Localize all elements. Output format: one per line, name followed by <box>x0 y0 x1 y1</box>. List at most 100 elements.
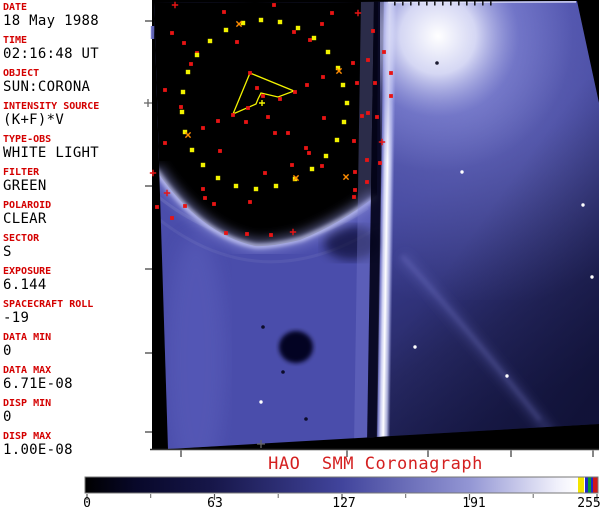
red-fiducial-dot <box>263 171 267 175</box>
red-fiducial-dot <box>224 231 228 235</box>
dust-speck <box>281 370 285 374</box>
red-fiducial-dot <box>351 61 355 65</box>
field-value: 18 May 1988 <box>3 13 100 29</box>
red-fiducial-dot <box>245 232 249 236</box>
red-fiducial-dot <box>373 81 377 85</box>
red-fiducial-dot <box>320 164 324 168</box>
field-value: 02:16:48 UT <box>3 46 100 62</box>
red-fiducial-dot <box>290 163 294 167</box>
red-fiducial-dot <box>189 62 193 66</box>
yellow-fiducial-dot <box>179 109 185 115</box>
red-fiducial-dot <box>248 71 252 75</box>
colorbar-reserved-stripe <box>593 477 598 493</box>
red-fiducial-dot <box>235 40 239 44</box>
red-fiducial-dot <box>231 113 235 117</box>
red-fiducial-dot <box>304 146 308 150</box>
colorbar-tick-label: 0 <box>83 496 91 511</box>
metadata-field: DATA MAX 6.71E-08 <box>3 365 151 398</box>
red-fiducial-dot <box>269 233 273 237</box>
colorbar-tick-label: 191 <box>462 496 486 511</box>
red-fiducial-dot <box>360 114 364 118</box>
field-value: WHITE LIGHT <box>3 145 100 161</box>
red-fiducial-dot <box>163 141 167 145</box>
metadata-field: INTENSITY SOURCE (K+F)*V <box>3 101 151 134</box>
field-value: 0 <box>3 343 12 359</box>
yellow-fiducial-dot <box>253 186 259 192</box>
yellow-fiducial-dot <box>194 52 200 58</box>
field-label: SECTOR <box>3 233 40 244</box>
red-fiducial-dot <box>375 115 379 119</box>
red-fiducial-dot <box>371 29 375 33</box>
red-fiducial-dot <box>218 149 222 153</box>
field-value: (K+F)*V <box>3 112 65 128</box>
yellow-fiducial-dot <box>344 100 350 106</box>
red-fiducial-dot <box>352 139 356 143</box>
yellow-fiducial-dot <box>309 166 315 172</box>
metadata-field: DATE 18 May 1988 <box>3 2 151 35</box>
metadata-sidebar: DATE 18 May 1988 TIME 02:16:48 UT OBJECT SUN:… <box>0 0 152 458</box>
red-fiducial-dot <box>244 120 248 124</box>
yellow-fiducial-dot <box>323 153 329 159</box>
field-value: 6.71E-08 <box>3 376 73 392</box>
colorbar-tick-label: 127 <box>332 496 356 511</box>
yellow-fiducial-dot <box>325 49 331 55</box>
red-fiducial-dot <box>389 94 393 98</box>
red-fiducial-dot <box>255 86 259 90</box>
red-fiducial-dot <box>272 3 276 7</box>
red-fiducial-dot <box>201 126 205 130</box>
star-speck <box>460 170 464 174</box>
yellow-fiducial-dot <box>180 89 186 95</box>
yellow-fiducial-dot <box>200 162 206 168</box>
metadata-field: SECTOR S <box>3 233 151 266</box>
red-fiducial-dot <box>305 83 309 87</box>
red-fiducial-dot <box>182 41 186 45</box>
field-value: CLEAR <box>3 211 47 227</box>
metadata-field: DISP MIN 0 <box>3 398 151 431</box>
red-fiducial-dot <box>353 188 357 192</box>
field-label: DATA MIN <box>3 332 52 343</box>
colorbar-tick-label: 63 <box>207 496 223 511</box>
yellow-fiducial-dot <box>311 35 317 41</box>
field-value: 6.144 <box>3 277 47 293</box>
yellow-fiducial-dot <box>334 137 340 143</box>
metadata-field: DATA MIN 0 <box>3 332 151 365</box>
coronagraph-photo[interactable] <box>150 0 600 485</box>
red-fiducial-dot <box>322 116 326 120</box>
yellow-fiducial-dot <box>185 69 191 75</box>
red-fiducial-dot <box>278 97 282 101</box>
star-speck <box>581 203 585 207</box>
red-fiducial-dot <box>382 50 386 54</box>
field-value: GREEN <box>3 178 47 194</box>
red-fiducial-dot <box>365 180 369 184</box>
yellow-fiducial-dot <box>273 183 279 189</box>
dust-speck <box>435 61 439 65</box>
yellow-fiducial-dot <box>341 119 347 125</box>
colorbar-reserved-stripe <box>591 477 593 493</box>
colorbar-reserved-stripe <box>588 477 591 493</box>
red-fiducial-dot <box>170 31 174 35</box>
yellow-fiducial-dot <box>340 82 346 88</box>
red-fiducial-dot <box>321 75 325 79</box>
red-fiducial-dot <box>222 10 226 14</box>
dust-blob <box>279 331 313 363</box>
red-fiducial-dot <box>170 216 174 220</box>
metadata-field: TYPE-OBS WHITE LIGHT <box>3 134 151 167</box>
red-fiducial-dot <box>352 195 356 199</box>
yellow-fiducial-dot <box>295 25 301 31</box>
dust-speck <box>304 417 308 421</box>
field-label: DISP MIN <box>3 398 52 409</box>
star-speck <box>413 345 417 349</box>
star-speck <box>505 374 509 378</box>
field-value: S <box>3 244 12 260</box>
dust-speck <box>261 325 265 329</box>
red-fiducial-dot <box>366 58 370 62</box>
image-title: HAO SMM Coronagraph <box>268 454 483 474</box>
field-value: SUN:CORONA <box>3 79 91 95</box>
metadata-field: EXPOSURE 6.144 <box>3 266 151 299</box>
red-fiducial-dot <box>307 151 311 155</box>
metadata-field: DISP MAX 1.00E-08 <box>3 431 151 464</box>
red-fiducial-dot <box>389 71 393 75</box>
field-value: 1.00E-08 <box>3 442 73 458</box>
red-fiducial-dot <box>246 106 250 110</box>
red-fiducial-dot <box>201 187 205 191</box>
